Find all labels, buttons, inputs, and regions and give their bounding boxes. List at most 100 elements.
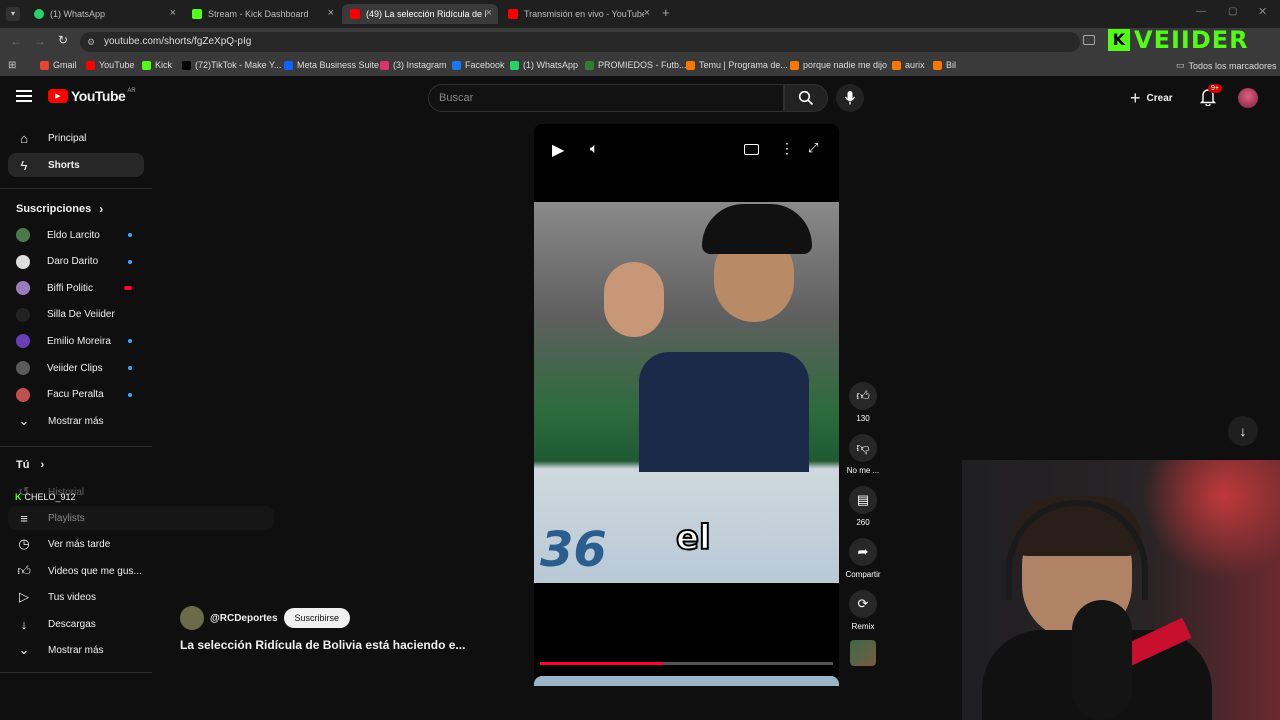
subscription-item[interactable]: Daro Darito [8, 250, 144, 274]
short-title[interactable]: La selección Ridícula de Bolivia está ha… [180, 638, 510, 652]
short-player[interactable]: ▶ 🔈︎ ⋮ ⤢ 36 el [534, 124, 839, 684]
sidebar-you-item[interactable]: ↺ Historial [8, 480, 144, 504]
you-heading[interactable]: Tú › [16, 459, 44, 471]
subscriptions-heading[interactable]: Suscripciones › [16, 202, 103, 216]
bookmark-item[interactable]: YouTube [86, 60, 134, 70]
sidebar-you-item[interactable]: ◷ Ver más tarde [8, 532, 144, 556]
like-icon[interactable]: 👍︎ [849, 382, 877, 410]
volume-icon[interactable]: 🔈︎ [590, 140, 598, 157]
all-bookmarks-label: Todos los marcadores [1188, 60, 1277, 71]
bookmark-label: porque nadie me dijo [803, 60, 888, 70]
youtube-icon [508, 9, 518, 19]
bookmark-label: YouTube [99, 60, 135, 70]
back-icon[interactable]: ← [10, 34, 22, 48]
captions-icon[interactable] [744, 144, 759, 155]
comments-action[interactable]: ▤ 260 [845, 486, 881, 527]
bookmark-favicon-icon [182, 60, 191, 70]
share-action[interactable]: ➦ Compartir [845, 538, 881, 579]
remix-icon[interactable]: ⟳ [849, 590, 877, 618]
site-info-icon[interactable]: ⚙ [87, 32, 95, 52]
you-title: Tú [16, 459, 30, 471]
subscription-item[interactable]: Emilio Moreira [8, 329, 144, 353]
bookmark-item[interactable]: (1) WhatsApp [510, 60, 578, 70]
reload-icon[interactable]: ↻ [58, 33, 68, 47]
tab-list-button[interactable]: ▾ [6, 7, 20, 21]
close-tab-icon[interactable]: × [328, 7, 334, 19]
subscribe-button[interactable]: Suscribirse [283, 608, 351, 628]
bookmark-item[interactable]: Facebook [452, 60, 505, 70]
share-icon[interactable]: ➦ [849, 538, 877, 566]
address-bar-row: ← → ↻ ⚙ youtube.com/shorts/fgZeXpQ-pIg [0, 28, 1280, 56]
bookmark-item[interactable]: (3) Instagram [380, 60, 447, 70]
remix-action[interactable]: ⟳ Remix [845, 590, 881, 631]
restore-icon[interactable]: ▢ [1228, 6, 1237, 17]
channel-handle[interactable]: @RCDeportes [210, 613, 278, 624]
play-button[interactable]: ▶ [552, 140, 564, 160]
subscription-item[interactable]: Facu Peralta [8, 383, 144, 407]
menu-icon[interactable] [16, 90, 32, 102]
forward-icon[interactable]: → [34, 34, 46, 48]
search-button[interactable] [784, 84, 828, 112]
dislike-action[interactable]: 👎︎ No me ... [845, 434, 881, 475]
notifications-button[interactable]: 9+ [1199, 84, 1222, 108]
sidebar-item-shorts[interactable]: ϟ Shorts [8, 153, 144, 177]
bookmark-item[interactable]: Gmail [40, 60, 77, 70]
like-action[interactable]: 👍︎ 130 [845, 382, 881, 423]
channel-avatar [16, 361, 30, 375]
sidebar-you-item[interactable]: ≡ Playlists [8, 506, 274, 530]
close-tab-icon[interactable]: × [486, 7, 492, 19]
sidebar-item-principal[interactable]: ⌂ Principal [8, 126, 144, 150]
create-button[interactable]: + Crear [1130, 86, 1173, 110]
comment-icon[interactable]: ▤ [849, 486, 877, 514]
cast-icon[interactable] [1083, 35, 1095, 45]
subscription-item[interactable]: Eldo Larcito [8, 223, 144, 247]
channel-avatar[interactable] [180, 606, 204, 630]
channel-avatar [16, 387, 30, 402]
short-channel-row: @RCDeportes Suscribirse [180, 606, 351, 630]
new-tab-button[interactable]: + [662, 5, 670, 20]
close-window-icon[interactable]: ✕ [1258, 5, 1267, 18]
bookmark-item[interactable]: PROMIEDOS - Futb... [585, 60, 687, 70]
bookmark-item[interactable]: porque nadie me dijo [790, 60, 887, 70]
dislike-icon[interactable]: 👎︎ [849, 434, 877, 462]
apps-icon[interactable]: ⊞ [8, 60, 16, 71]
sound-thumbnail[interactable] [850, 640, 876, 666]
sidebar-you-item[interactable]: 👍︎ Videos que me gus... [8, 559, 144, 583]
close-tab-icon[interactable]: × [170, 7, 176, 19]
search-icon [798, 90, 814, 106]
all-bookmarks-folder[interactable]: ▭ Todos los marcadores [1176, 60, 1277, 71]
tab-youtube-live[interactable]: Transmisión en vivo - YouTube × [500, 4, 656, 24]
subscription-item[interactable]: Silla De Veiider [8, 303, 144, 327]
channel-avatar [16, 307, 30, 322]
search-input[interactable]: Buscar [428, 84, 784, 112]
bookmark-item[interactable]: Kick [142, 60, 172, 70]
next-video-button[interactable]: ↓ [1228, 416, 1258, 446]
minimize-icon[interactable]: — [1196, 6, 1206, 17]
tab-kick-dashboard[interactable]: Stream - Kick Dashboard × [184, 4, 340, 24]
next-short-preview[interactable] [534, 676, 839, 686]
more-options-icon[interactable]: ⋮ [780, 140, 794, 157]
tab-youtube-short[interactable]: (49) La selección Ridícula de Bo × [342, 4, 498, 24]
subscription-item[interactable]: Biffi Politic [8, 276, 144, 300]
url-field[interactable]: ⚙ youtube.com/shorts/fgZeXpQ-pIg [80, 32, 1080, 52]
subscription-label: Emilio Moreira [47, 335, 111, 347]
avatar[interactable] [1238, 88, 1258, 108]
fullscreen-icon[interactable]: ⤢ [808, 140, 818, 156]
bookmark-item[interactable]: aurix [892, 60, 925, 70]
tab-whatsapp[interactable]: (1) WhatsApp × [26, 4, 182, 24]
sidebar-you-item[interactable]: ▷ Tus videos [8, 585, 144, 609]
bookmark-item[interactable]: (72)TikTok - Make Y... [182, 60, 281, 70]
subscription-label: Daro Darito [47, 256, 99, 268]
bookmark-item[interactable]: Temu | Programa de... [686, 60, 788, 70]
voice-search-button[interactable] [836, 84, 864, 112]
home-icon: ⌂ [20, 130, 28, 146]
sidebar-show-more[interactable]: ⌄ Mostrar más [8, 409, 144, 433]
youtube-logo[interactable]: ▶ YouTube AR [48, 88, 136, 104]
bookmark-item[interactable]: Bil [933, 60, 956, 70]
subscription-item[interactable]: Veiider Clips [8, 356, 144, 380]
sidebar-show-more-2[interactable]: ⌄ Mostrar más [8, 638, 144, 662]
bookmark-item[interactable]: Meta Business Suite [284, 60, 379, 70]
progress-bar[interactable] [540, 662, 833, 665]
sidebar-you-item[interactable]: ↓ Descargas [8, 612, 144, 636]
close-tab-icon[interactable]: × [644, 7, 650, 19]
